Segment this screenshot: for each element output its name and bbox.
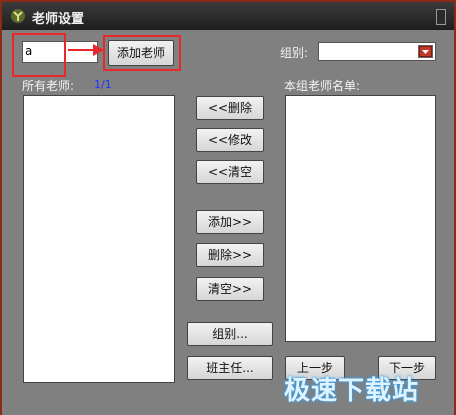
dropdown-arrow-icon[interactable]	[418, 45, 433, 58]
delete-right-button[interactable]: 删除>>	[196, 243, 264, 267]
all-teachers-count: 1/1	[94, 78, 112, 91]
app-icon	[11, 9, 25, 23]
group-select[interactable]	[318, 42, 436, 61]
all-teachers-list[interactable]	[23, 95, 175, 383]
annotation-arrow-icon	[68, 44, 104, 56]
all-teachers-label: 所有老师:	[22, 79, 75, 93]
window-control-button[interactable]	[436, 9, 446, 25]
teacher-settings-window: 老师设置 a 添加老师 组别: 所有老师: 1/1 本组老师名单: <<删除 <…	[0, 0, 456, 415]
add-right-button[interactable]: 添加>>	[196, 210, 264, 234]
title-bar[interactable]: 老师设置	[2, 2, 454, 30]
group-label: 组别:	[280, 46, 309, 60]
highlight-box-add-button	[103, 35, 181, 71]
window-title: 老师设置	[32, 12, 85, 27]
delete-left-button[interactable]: <<删除	[196, 96, 264, 120]
group-teachers-label: 本组老师名单:	[284, 79, 361, 93]
client-area: a 添加老师 组别: 所有老师: 1/1 本组老师名单: <<删除 <<修改 <…	[2, 30, 454, 415]
group-button[interactable]: 组别...	[187, 322, 273, 346]
clear-left-button[interactable]: <<清空	[196, 160, 264, 184]
group-teachers-list[interactable]	[285, 95, 436, 342]
modify-left-button[interactable]: <<修改	[196, 128, 264, 152]
clear-right-button[interactable]: 清空>>	[196, 277, 264, 301]
watermark: 极速下载站	[284, 376, 420, 406]
highlight-box-input	[12, 33, 66, 77]
head-teacher-button[interactable]: 班主任...	[187, 356, 273, 380]
